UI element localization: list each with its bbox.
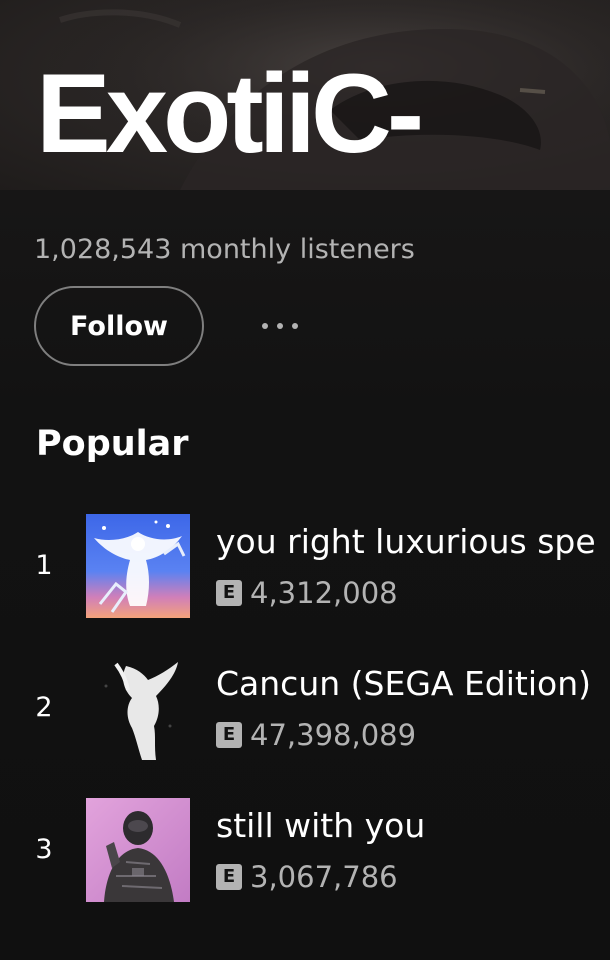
play-count: 4,312,008 — [250, 576, 398, 610]
track-meta: E 3,067,786 — [216, 860, 398, 894]
explicit-icon: E — [216, 580, 242, 606]
track-rank: 3 — [35, 834, 53, 865]
artist-name: ExotiiC- — [36, 51, 424, 176]
track-row[interactable]: 3 still with you E 3,067,786 — [0, 798, 610, 902]
track-rank: 2 — [35, 692, 53, 723]
explicit-icon: E — [216, 722, 242, 748]
more-dot — [262, 323, 268, 329]
play-count: 47,398,089 — [250, 718, 417, 752]
explicit-icon: E — [216, 864, 242, 890]
artist-header-image: ExotiiC- — [0, 0, 610, 190]
track-rank: 1 — [35, 550, 53, 581]
more-dot — [277, 323, 283, 329]
track-meta: E 4,312,008 — [216, 576, 398, 610]
track-title: you right luxurious spe — [216, 522, 596, 561]
album-cover-image[interactable] — [86, 514, 190, 618]
more-options-icon[interactable] — [250, 306, 310, 346]
popular-section-title: Popular — [36, 424, 189, 464]
monthly-listeners: 1,028,543 monthly listeners — [34, 234, 415, 265]
track-title: still with you — [216, 806, 426, 845]
play-count: 3,067,786 — [250, 860, 398, 894]
follow-button[interactable]: Follow — [34, 286, 204, 366]
track-title: Cancun (SEGA Edition) — [216, 664, 592, 703]
album-cover-image[interactable] — [86, 798, 190, 902]
track-row[interactable]: 2 Cancun (SEGA Edition) E 47,398,089 — [0, 656, 610, 760]
track-meta: E 47,398,089 — [216, 718, 416, 752]
album-cover-image[interactable] — [86, 656, 190, 760]
artist-page: ExotiiC- 1,028,543 monthly listeners Fol… — [0, 0, 610, 960]
track-row[interactable]: 1 you right luxurious spe E 4,312,008 — [0, 514, 610, 618]
more-dot — [292, 323, 298, 329]
